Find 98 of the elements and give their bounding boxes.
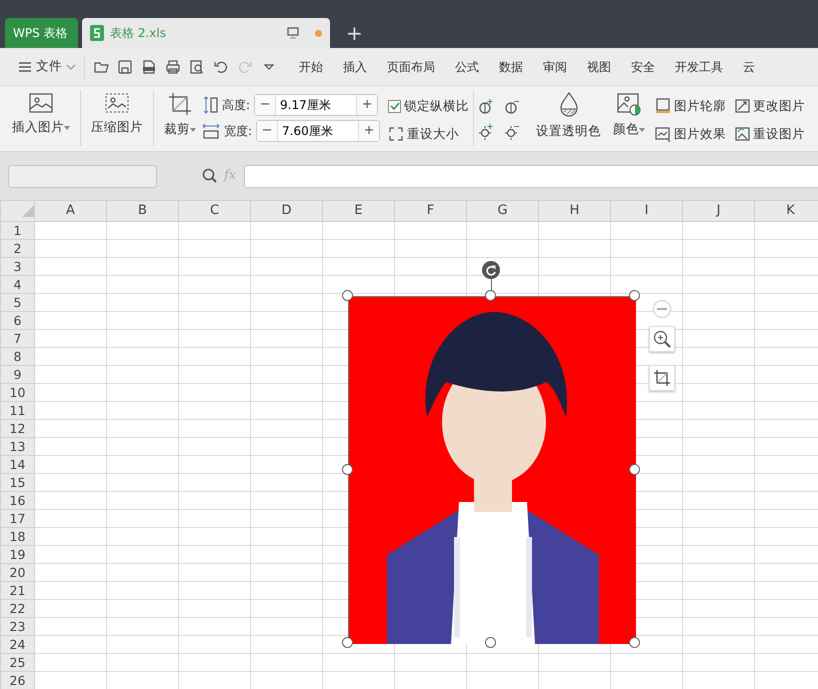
column-header[interactable]: H bbox=[570, 203, 580, 218]
row-header[interactable]: 3 bbox=[14, 258, 22, 274]
contrast-down-icon[interactable] bbox=[504, 98, 520, 115]
resize-handle[interactable] bbox=[342, 464, 353, 475]
row-header[interactable]: 2 bbox=[14, 240, 22, 256]
resize-handle[interactable] bbox=[629, 290, 640, 301]
column-header[interactable]: B bbox=[138, 203, 147, 218]
decrease-button[interactable]: − bbox=[255, 95, 276, 115]
menu-tab[interactable]: 开始 bbox=[289, 58, 333, 76]
caret-icon bbox=[190, 128, 196, 132]
rotate-handle[interactable] bbox=[482, 261, 500, 279]
column-header[interactable]: F bbox=[426, 203, 434, 218]
undo-icon[interactable] bbox=[213, 58, 229, 74]
resize-handle[interactable] bbox=[342, 290, 353, 301]
crop-icon bbox=[168, 92, 192, 116]
column-header[interactable]: C bbox=[210, 203, 220, 218]
monitor-icon bbox=[287, 27, 299, 39]
menu-tab[interactable]: 审阅 bbox=[533, 58, 577, 76]
row-header[interactable]: 7 bbox=[14, 330, 22, 346]
contrast-up-icon[interactable] bbox=[478, 98, 494, 115]
insert-picture-button[interactable]: 插入图片 bbox=[6, 90, 76, 139]
print-icon[interactable] bbox=[165, 58, 181, 74]
outline-icon bbox=[655, 98, 672, 114]
increase-button[interactable]: + bbox=[359, 121, 380, 141]
color-button[interactable]: 颜色 bbox=[607, 90, 652, 141]
effect-icon bbox=[655, 126, 672, 142]
picture-outline-button[interactable]: 图片轮廓 bbox=[655, 94, 726, 118]
column-header[interactable]: I bbox=[644, 203, 648, 218]
zoom-in-button[interactable] bbox=[649, 326, 675, 352]
width-field[interactable]: − 7.60厘米 + bbox=[256, 120, 380, 142]
height-label: 高度: bbox=[222, 97, 250, 114]
lock-ratio-checkbox[interactable]: 锁定纵横比 bbox=[388, 94, 470, 118]
menu-tab[interactable]: 视图 bbox=[577, 58, 621, 76]
row-header[interactable]: 4 bbox=[14, 276, 22, 292]
row-header[interactable]: 6 bbox=[14, 312, 22, 328]
document-tab[interactable]: WPS 表格 bbox=[5, 18, 78, 48]
crop-icon bbox=[653, 369, 671, 387]
crop-button[interactable]: 裁剪 bbox=[158, 90, 202, 141]
formula-field[interactable] bbox=[244, 164, 818, 188]
file-menu[interactable]: 文件 bbox=[14, 57, 80, 76]
height-icon bbox=[202, 96, 218, 114]
menu-tab[interactable]: 数据 bbox=[489, 58, 533, 76]
caret-icon bbox=[64, 126, 70, 130]
reset-size-button[interactable]: 重设大小 bbox=[388, 122, 470, 146]
pdf-export-icon[interactable] bbox=[141, 58, 157, 74]
resize-handle[interactable] bbox=[629, 464, 640, 475]
menu-icon bbox=[18, 60, 32, 72]
menu-tab[interactable]: 安全 bbox=[621, 58, 665, 76]
new-tab-button[interactable]: + bbox=[334, 18, 375, 48]
zoom-icon[interactable] bbox=[202, 168, 218, 184]
column-header[interactable]: E bbox=[354, 203, 363, 218]
droplet-icon bbox=[558, 92, 580, 118]
menu-tab[interactable]: 云 bbox=[733, 58, 765, 76]
column-header[interactable]: J bbox=[716, 203, 720, 218]
row-header[interactable]: 8 bbox=[14, 348, 22, 364]
picture-effect-button[interactable]: 图片效果 bbox=[655, 122, 726, 146]
sheet-file-icon bbox=[90, 25, 104, 41]
compress-picture-button[interactable]: 压缩图片 bbox=[85, 90, 149, 139]
menu-tab[interactable]: 页面布局 bbox=[377, 58, 445, 76]
reset-size-icon bbox=[388, 126, 404, 142]
picture-icon bbox=[28, 92, 54, 114]
width-label: 宽度: bbox=[224, 123, 252, 140]
minus-icon bbox=[657, 308, 667, 310]
height-field[interactable]: − 9.17厘米 + bbox=[254, 94, 378, 116]
resize-handle[interactable] bbox=[485, 637, 496, 648]
caret-icon bbox=[639, 128, 646, 132]
row-header[interactable]: 9 bbox=[14, 366, 22, 382]
column-header[interactable]: K bbox=[786, 203, 795, 218]
column-header[interactable]: G bbox=[497, 203, 508, 218]
resize-handle[interactable] bbox=[629, 637, 640, 648]
picture-color-icon bbox=[616, 92, 642, 116]
unsaved-dot-icon bbox=[315, 30, 322, 36]
menu-tab[interactable]: 开发工具 bbox=[665, 58, 733, 76]
caret-icon bbox=[66, 64, 76, 70]
save-icon[interactable] bbox=[117, 58, 133, 74]
check-icon bbox=[390, 101, 400, 111]
menu-tab[interactable]: 公式 bbox=[445, 58, 489, 76]
width-icon bbox=[202, 123, 220, 139]
resize-handle[interactable] bbox=[485, 290, 496, 301]
resize-handle[interactable] bbox=[342, 637, 353, 648]
compress-picture-icon bbox=[104, 92, 130, 114]
decrease-button[interactable]: − bbox=[257, 121, 278, 141]
change-picture-button[interactable]: 更改图片 bbox=[734, 94, 806, 118]
crop-button[interactable] bbox=[649, 365, 675, 391]
column-header[interactable]: A bbox=[66, 203, 75, 218]
reset-picture-icon bbox=[734, 126, 750, 142]
set-transparent-color-button[interactable]: 设置透明色 bbox=[530, 90, 608, 143]
menu-tab[interactable]: 插入 bbox=[333, 58, 377, 76]
column-header[interactable]: D bbox=[281, 203, 292, 218]
change-picture-icon bbox=[734, 98, 750, 114]
print-preview-icon[interactable] bbox=[189, 58, 205, 74]
brightness-down-icon[interactable] bbox=[504, 123, 520, 140]
zoom-in-icon bbox=[653, 330, 671, 348]
row-header[interactable]: 5 bbox=[14, 294, 22, 310]
increase-button[interactable]: + bbox=[357, 95, 378, 115]
reset-picture-button[interactable]: 重设图片 bbox=[734, 122, 806, 146]
brightness-up-icon[interactable] bbox=[478, 123, 494, 140]
row-header[interactable]: 1 bbox=[14, 222, 22, 238]
